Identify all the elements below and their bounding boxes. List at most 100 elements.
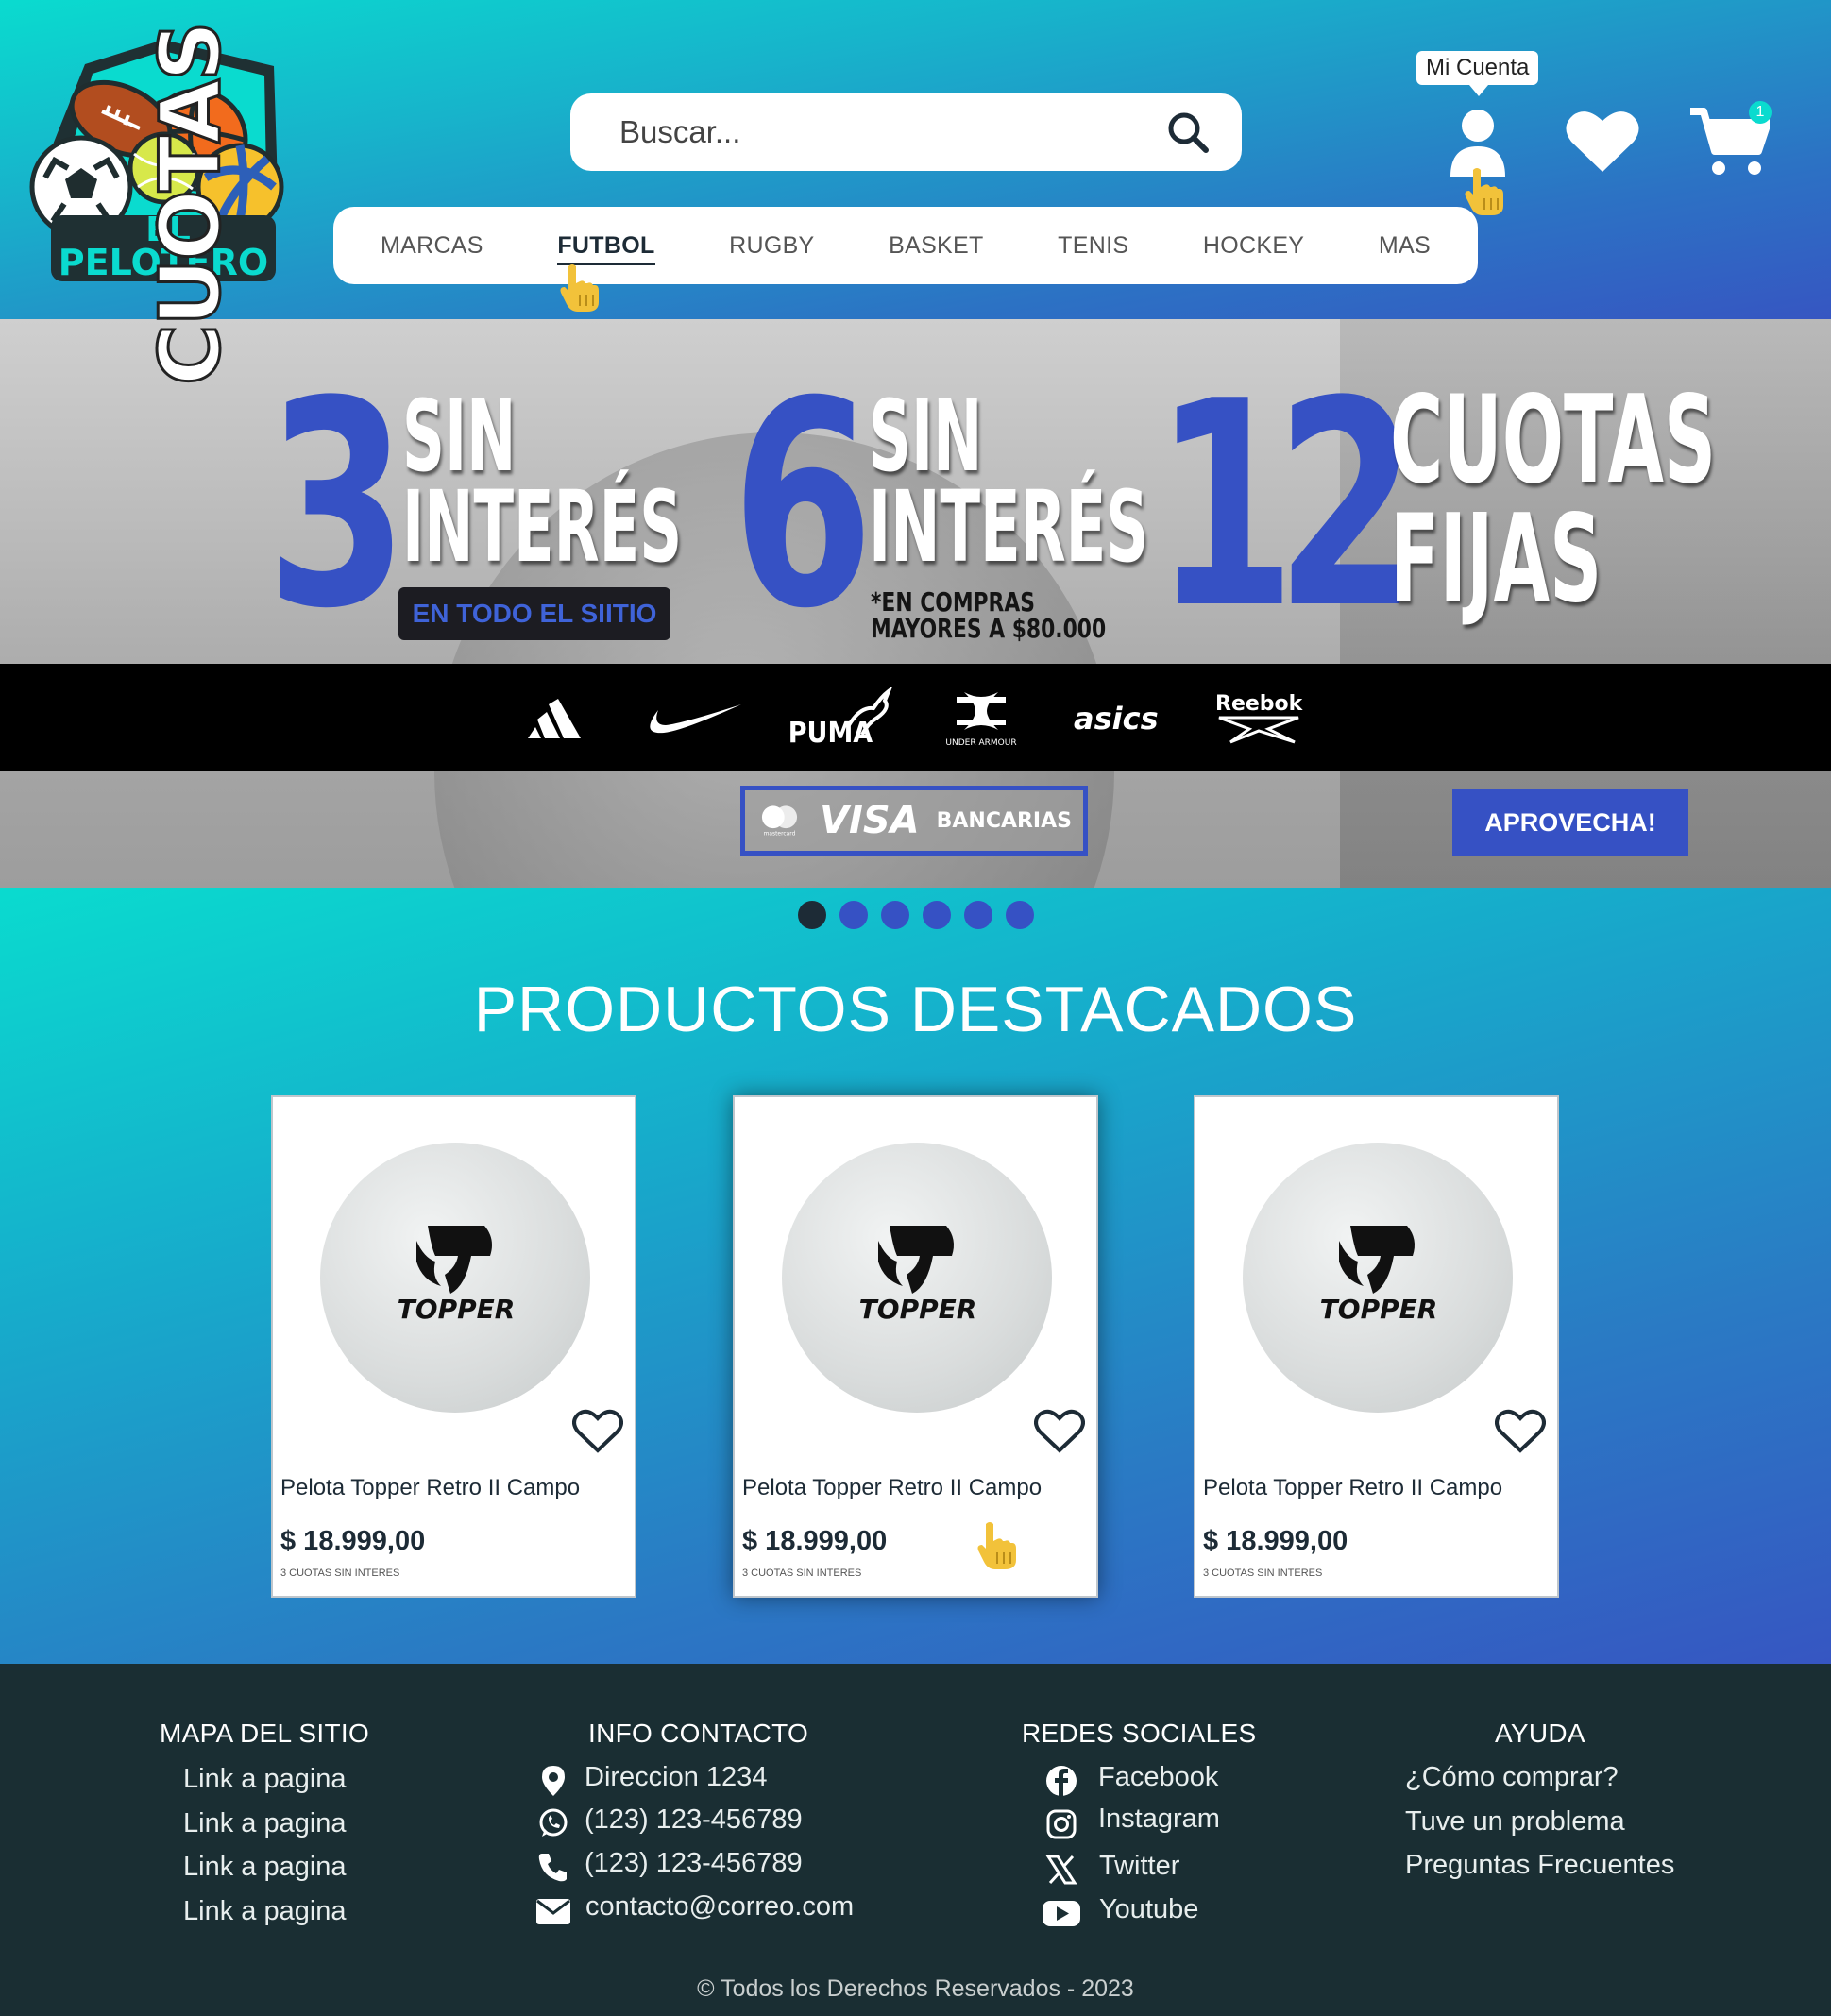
- cart-count-badge: 1: [1749, 101, 1772, 124]
- nike-logo[interactable]: [645, 685, 743, 751]
- topper-logo: TOPPER: [1320, 1226, 1437, 1324]
- mastercard-label: mastercard: [764, 831, 796, 838]
- nav-item-basket[interactable]: BASKET: [889, 232, 983, 260]
- svg-text:PUMA: PUMA: [788, 716, 872, 747]
- carousel-dot-2[interactable]: [839, 901, 868, 929]
- under-armour-logo[interactable]: UNDER ARMOUR: [936, 685, 1026, 751]
- offer2-line2: INTERÉS: [869, 469, 1149, 584]
- category-nav: MARCAS FUTBOL RUGBY BASKET TENIS HOCKEY …: [333, 207, 1478, 284]
- offer1-line2: INTERÉS: [402, 469, 683, 584]
- bancarias-label: BANCARIAS: [936, 808, 1072, 833]
- copyright-text: © Todos los Derechos Reservados - 2023: [697, 1975, 1134, 2002]
- footer-address: Direccion 1234: [585, 1762, 768, 1792]
- svg-text:asics: asics: [1074, 701, 1159, 737]
- site-footer: [0, 1664, 1831, 2016]
- favorites-heart-icon[interactable]: [1566, 108, 1639, 174]
- nav-item-hockey[interactable]: HOCKEY: [1203, 232, 1304, 260]
- footer-whatsapp[interactable]: (123) 123-456789: [585, 1804, 803, 1836]
- hand-pointer-icon: [977, 1522, 1016, 1569]
- search-input[interactable]: Buscar...: [619, 114, 1166, 150]
- youtube-icon[interactable]: [1041, 1896, 1082, 1930]
- product-price: $ 18.999,00: [280, 1526, 426, 1556]
- footer-social-twitter[interactable]: Twitter: [1099, 1851, 1179, 1882]
- svg-text:UNDER ARMOUR: UNDER ARMOUR: [945, 738, 1016, 748]
- nav-item-futbol[interactable]: FUTBOL: [557, 232, 655, 265]
- carousel-dot-5[interactable]: [964, 901, 992, 929]
- footer-contact: INFO CONTACTO: [588, 1719, 808, 1749]
- carousel-dot-4[interactable]: [923, 901, 951, 929]
- offer2-note-line2: MAYORES A $80.000: [871, 613, 1107, 644]
- favorite-heart-icon[interactable]: [1495, 1409, 1546, 1454]
- offer1-badge: EN TODO EL SIITIO: [398, 587, 670, 640]
- mastercard-logo: mastercard: [761, 805, 798, 838]
- instagram-icon[interactable]: [1044, 1807, 1078, 1841]
- footer-help: AYUDA: [1495, 1719, 1585, 1749]
- account-tooltip: Mi Cuenta: [1416, 51, 1539, 96]
- footer-sitemap-link[interactable]: Link a pagina: [183, 1764, 347, 1795]
- footer-social-instagram[interactable]: Instagram: [1098, 1804, 1220, 1835]
- carousel-dot-1[interactable]: [798, 901, 826, 929]
- x-twitter-icon[interactable]: [1044, 1853, 1078, 1887]
- carousel-dot-6[interactable]: [1006, 901, 1034, 929]
- search-bar[interactable]: Buscar...: [570, 93, 1242, 171]
- product-card[interactable]: TOPPER Pelota Topper Retro II Campo $ 18…: [733, 1095, 1098, 1598]
- footer-sitemap-link[interactable]: Link a pagina: [183, 1852, 347, 1883]
- footer-help-link[interactable]: ¿Cómo comprar?: [1405, 1762, 1619, 1793]
- facebook-icon[interactable]: [1044, 1764, 1078, 1798]
- topper-brand-text: TOPPER: [398, 1294, 516, 1324]
- product-name[interactable]: Pelota Topper Retro II Campo: [742, 1475, 1042, 1501]
- footer-social: REDES SOCIALES: [1022, 1719, 1257, 1749]
- product-installments: 3 CUOTAS SIN INTERES: [1203, 1567, 1323, 1579]
- banner-cuotas-vertical: CUOTAS: [141, 22, 241, 387]
- topper-brand-text: TOPPER: [859, 1294, 977, 1324]
- topper-logo: TOPPER: [398, 1226, 516, 1324]
- adidas-logo[interactable]: [526, 685, 602, 751]
- footer-social-facebook[interactable]: Facebook: [1098, 1762, 1218, 1793]
- product-card[interactable]: TOPPER Pelota Topper Retro II Campo $ 18…: [1194, 1095, 1559, 1598]
- hand-pointer-icon: [560, 264, 599, 312]
- product-price: $ 18.999,00: [1203, 1526, 1348, 1556]
- product-name[interactable]: Pelota Topper Retro II Campo: [280, 1475, 580, 1501]
- site-header: EL PELOTERO Buscar... MARCAS FUTBOL RUGB…: [0, 0, 1831, 319]
- footer-help-heading: AYUDA: [1495, 1719, 1585, 1748]
- offer3-line2: FIJAS: [1390, 489, 1602, 630]
- nav-item-marcas[interactable]: MARCAS: [381, 232, 483, 260]
- footer-social-heading: REDES SOCIALES: [1022, 1719, 1257, 1748]
- offer1-number: 3: [266, 341, 408, 670]
- aprovecha-button[interactable]: APROVECHA!: [1452, 789, 1688, 856]
- brand-logos-strip: PUMA UNDER ARMOUR asics Reebok: [0, 664, 1831, 771]
- featured-title: PRODUCTOS DESTACADOS: [473, 974, 1358, 1045]
- product-installments: 3 CUOTAS SIN INTERES: [280, 1567, 400, 1579]
- puma-logo[interactable]: PUMA: [787, 685, 892, 751]
- footer-help-link[interactable]: Preguntas Frecuentes: [1405, 1850, 1674, 1881]
- carousel-dot-3[interactable]: [881, 901, 909, 929]
- reebok-logo[interactable]: Reebok: [1212, 685, 1306, 751]
- product-price: $ 18.999,00: [742, 1526, 888, 1556]
- product-name[interactable]: Pelota Topper Retro II Campo: [1203, 1475, 1502, 1501]
- location-pin-icon: [542, 1766, 565, 1796]
- payment-methods-box: mastercard VISA BANCARIAS: [740, 786, 1088, 856]
- footer-phone[interactable]: (123) 123-456789: [585, 1848, 803, 1879]
- phone-icon: [538, 1854, 567, 1882]
- favorite-heart-icon[interactable]: [572, 1409, 623, 1454]
- offer2-note-line1: *EN COMPRAS: [871, 586, 1036, 618]
- whatsapp-icon: [539, 1808, 568, 1837]
- visa-logo: VISA: [820, 799, 920, 842]
- product-installments: 3 CUOTAS SIN INTERES: [742, 1567, 862, 1579]
- footer-social-youtube[interactable]: Youtube: [1099, 1894, 1198, 1925]
- footer-sitemap-link[interactable]: Link a pagina: [183, 1808, 347, 1839]
- search-icon[interactable]: [1166, 110, 1210, 154]
- favorite-heart-icon[interactable]: [1034, 1409, 1085, 1454]
- asics-logo[interactable]: asics: [1070, 685, 1168, 751]
- nav-item-tenis[interactable]: TENIS: [1058, 232, 1128, 260]
- nav-item-mas[interactable]: MAS: [1379, 232, 1431, 260]
- email-envelope-icon: [536, 1899, 570, 1924]
- svg-text:Reebok: Reebok: [1215, 692, 1304, 716]
- product-card[interactable]: TOPPER Pelota Topper Retro II Campo $ 18…: [271, 1095, 636, 1598]
- carousel-dots: [798, 901, 1034, 929]
- footer-sitemap-link[interactable]: Link a pagina: [183, 1896, 347, 1927]
- footer-help-link[interactable]: Tuve un problema: [1405, 1806, 1625, 1838]
- footer-email[interactable]: contacto@correo.com: [585, 1891, 854, 1923]
- hand-pointer-icon: [1465, 168, 1503, 215]
- nav-item-rugby[interactable]: RUGBY: [729, 232, 814, 260]
